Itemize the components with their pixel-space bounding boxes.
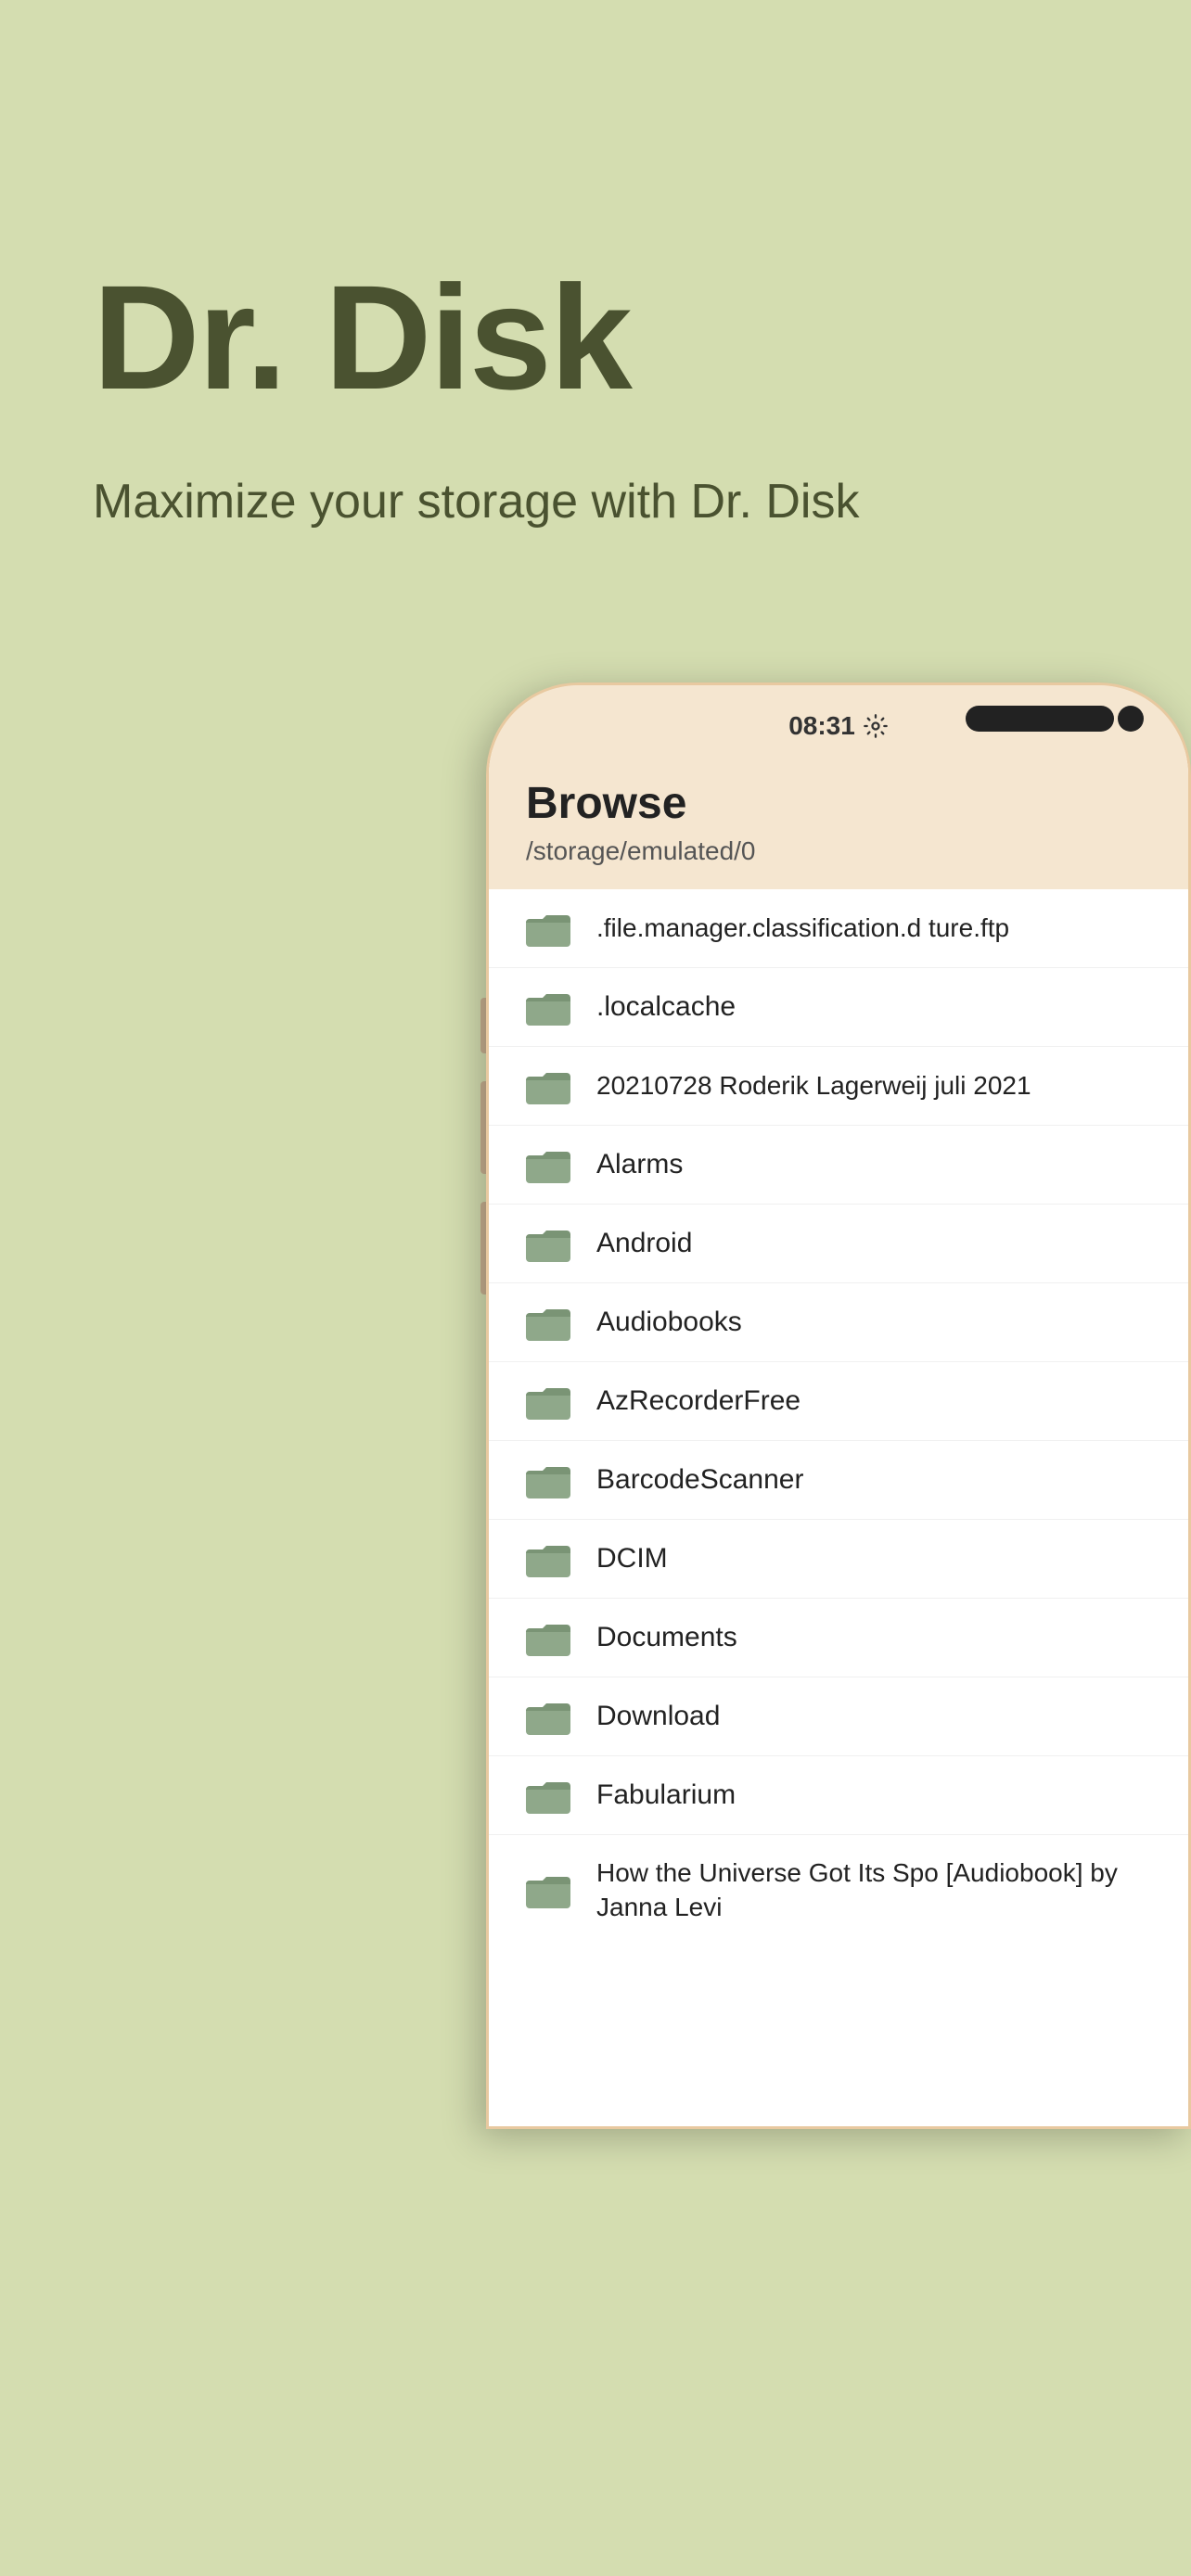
file-item[interactable]: How the Universe Got Its Spo [Audiobook]… xyxy=(489,1835,1188,1946)
folder-icon xyxy=(526,1540,570,1577)
folder-icon xyxy=(526,910,570,947)
file-item[interactable]: 20210728 Roderik Lagerweij juli 2021 xyxy=(489,1047,1188,1126)
folder-icon xyxy=(526,1777,570,1814)
phone-wrapper: 08:31 Browse /storage/emulated/0 xyxy=(486,682,1191,2129)
file-item[interactable]: Android xyxy=(489,1205,1188,1283)
status-bar: 08:31 xyxy=(788,711,889,741)
camera-dot xyxy=(1118,706,1144,732)
browse-header: Browse /storage/emulated/0 xyxy=(489,750,1188,889)
folder-icon xyxy=(526,988,570,1026)
phone-screen: Browse /storage/emulated/0 .file.manager… xyxy=(489,750,1188,2126)
settings-icon xyxy=(863,713,889,739)
file-name: How the Universe Got Its Spo [Audiobook]… xyxy=(596,1855,1151,1926)
file-name: 20210728 Roderik Lagerweij juli 2021 xyxy=(596,1068,1031,1103)
file-name: Android xyxy=(596,1225,692,1261)
file-name: Documents xyxy=(596,1619,737,1655)
file-name: Alarms xyxy=(596,1146,683,1182)
file-item[interactable]: Fabularium xyxy=(489,1756,1188,1835)
file-name: Download xyxy=(596,1698,720,1734)
file-item[interactable]: .localcache xyxy=(489,968,1188,1047)
file-item[interactable]: Download xyxy=(489,1677,1188,1756)
phone-frame: 08:31 Browse /storage/emulated/0 xyxy=(486,682,1191,2129)
folder-icon xyxy=(526,1146,570,1183)
file-item[interactable]: BarcodeScanner xyxy=(489,1441,1188,1520)
hero-section: Dr. Disk Maximize your storage with Dr. … xyxy=(0,0,1191,608)
notch-pill xyxy=(966,706,1114,732)
file-item[interactable]: DCIM xyxy=(489,1520,1188,1599)
status-bar-area: 08:31 xyxy=(489,685,1188,750)
file-name: BarcodeScanner xyxy=(596,1461,803,1498)
folder-icon xyxy=(526,1871,570,1908)
file-item[interactable]: Audiobooks xyxy=(489,1283,1188,1362)
folder-icon xyxy=(526,1304,570,1341)
file-name: AzRecorderFree xyxy=(596,1383,800,1419)
file-item[interactable]: Documents xyxy=(489,1599,1188,1677)
folder-icon xyxy=(526,1225,570,1262)
folder-icon xyxy=(526,1461,570,1498)
file-name: .file.manager.classification.d ture.ftp xyxy=(596,911,1009,946)
file-name: DCIM xyxy=(596,1540,668,1576)
phone-container: 08:31 Browse /storage/emulated/0 xyxy=(0,682,1191,2129)
file-name: Audiobooks xyxy=(596,1304,742,1340)
folder-icon xyxy=(526,1619,570,1656)
app-subtitle: Maximize your storage with Dr. Disk xyxy=(93,471,1098,534)
status-time: 08:31 xyxy=(788,711,855,741)
folder-icon xyxy=(526,1067,570,1104)
file-item[interactable]: AzRecorderFree xyxy=(489,1362,1188,1441)
browse-path: /storage/emulated/0 xyxy=(526,836,1151,866)
folder-icon xyxy=(526,1383,570,1420)
file-list: .file.manager.classification.d ture.ftp … xyxy=(489,889,1188,1946)
folder-icon xyxy=(526,1698,570,1735)
file-name: Fabularium xyxy=(596,1777,736,1813)
file-item[interactable]: Alarms xyxy=(489,1126,1188,1205)
file-item[interactable]: .file.manager.classification.d ture.ftp xyxy=(489,889,1188,968)
app-title: Dr. Disk xyxy=(93,260,1098,415)
browse-title: Browse xyxy=(526,778,1151,829)
file-name: .localcache xyxy=(596,988,736,1025)
